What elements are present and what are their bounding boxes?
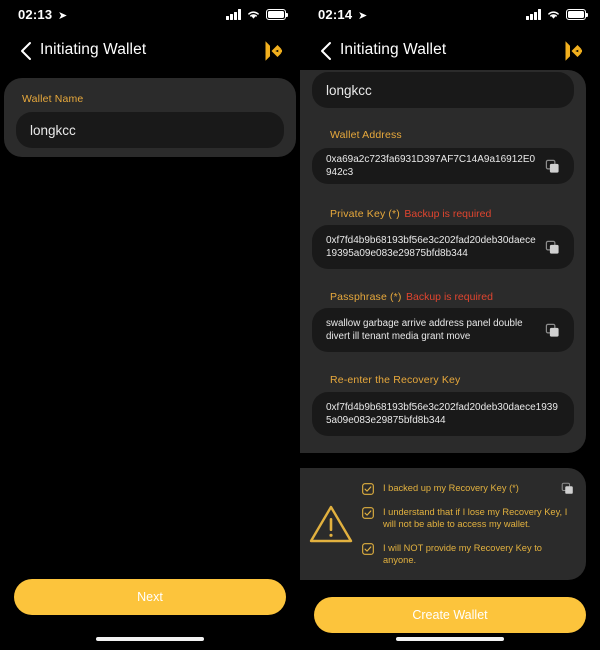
page-title: Initiating Wallet	[40, 41, 147, 58]
signal-bars-icon	[226, 9, 241, 20]
home-indicator	[396, 637, 504, 641]
status-time: 02:13	[18, 7, 53, 22]
private-key-value: 0xf7fd4b9b68193bf56e3c202fad20deb30daece…	[326, 235, 536, 259]
copy-icon[interactable]	[545, 323, 560, 338]
wallet-name-value: longkcc	[30, 122, 76, 138]
confirmation-label: I backed up my Recovery Key (*)	[383, 482, 519, 493]
list-item[interactable]: I will NOT provide my Recovery Key to an…	[362, 542, 574, 567]
recovery-key-label: Re-enter the Recovery Key	[330, 374, 461, 386]
recovery-key-field[interactable]: 0xf7fd4b9b68193bf56e3c202fad20deb30daece…	[312, 392, 574, 436]
confirmation-label: I understand that if I lose my Recovery …	[383, 506, 568, 530]
private-key-field[interactable]: 0xf7fd4b9b68193bf56e3c202fad20deb30daece…	[312, 225, 574, 269]
wallet-address-label-row: Wallet Address	[330, 125, 402, 143]
battery-full-icon	[566, 9, 589, 20]
status-time: 02:14	[318, 7, 353, 22]
status-bar: 02:14 ➤	[300, 0, 600, 30]
wallet-address-field[interactable]: 0xa69a2c723fa6931D397AF7C14A9a16912E0942…	[312, 148, 574, 184]
status-indicators	[226, 9, 289, 20]
checkbox-checked-icon[interactable]	[362, 542, 374, 555]
wallet-name-input[interactable]: longkcc	[312, 72, 574, 108]
wifi-icon	[248, 11, 259, 19]
battery-full-icon	[266, 9, 289, 20]
create-wallet-button[interactable]: Create Wallet	[314, 597, 586, 633]
passphrase-label-row: Passphrase (*) Backup is required	[330, 287, 493, 305]
next-button[interactable]: Next	[14, 579, 286, 615]
status-indicators	[526, 9, 589, 20]
dual-screenshot-stage: 02:13 ➤ Initiating Wallet Wallet Name lo…	[0, 0, 600, 650]
wallet-details-card: longkcc Wallet Address 0xa69a2c723fa6931…	[300, 70, 586, 453]
confirmation-label: I will NOT provide my Recovery Key to an…	[383, 542, 542, 566]
back-button[interactable]	[314, 38, 340, 64]
status-bar: 02:13 ➤	[0, 0, 300, 30]
left-phone-screen: 02:13 ➤ Initiating Wallet Wallet Name lo…	[0, 0, 300, 650]
passphrase-label: Passphrase (*)	[330, 291, 402, 303]
private-key-warning: Backup is required	[404, 208, 492, 220]
passphrase-warning: Backup is required	[406, 291, 493, 303]
kucoin-logo-icon	[265, 41, 283, 61]
checkbox-checked-icon[interactable]	[362, 506, 374, 519]
nav-bar: Initiating Wallet	[0, 32, 300, 70]
confirmation-list: I backed up my Recovery Key (*) I unders…	[362, 482, 586, 567]
location-arrow-icon: ➤	[358, 10, 368, 22]
kucoin-logo-icon	[565, 41, 583, 61]
wallet-name-value: longkcc	[326, 82, 372, 98]
recovery-key-value: 0xf7fd4b9b68193bf56e3c202fad20deb30daece…	[326, 402, 558, 426]
confirmations-card: I backed up my Recovery Key (*) I unders…	[300, 468, 586, 580]
page-title: Initiating Wallet	[340, 41, 447, 58]
copy-icon[interactable]	[545, 240, 560, 255]
recovery-key-label-row: Re-enter the Recovery Key	[330, 370, 460, 388]
back-button[interactable]	[14, 38, 40, 64]
list-item[interactable]: I understand that if I lose my Recovery …	[362, 506, 574, 531]
right-phone-screen: 02:14 ➤ Initiating Wallet longkcc Wallet…	[300, 0, 600, 650]
warning-triangle-icon	[300, 503, 362, 545]
wallet-name-card: Wallet Name longkcc	[4, 78, 296, 157]
nav-bar: Initiating Wallet	[300, 32, 600, 70]
location-arrow-icon: ➤	[58, 10, 68, 22]
wallet-address-label: Wallet Address	[330, 129, 402, 141]
wallet-name-input[interactable]: longkcc	[16, 112, 284, 148]
wallet-name-label: Wallet Name	[22, 93, 84, 105]
checkbox-checked-icon[interactable]	[362, 482, 374, 495]
private-key-label-row: Private Key (*) Backup is required	[330, 204, 491, 222]
list-item[interactable]: I backed up my Recovery Key (*)	[362, 482, 574, 495]
copy-icon[interactable]	[561, 482, 574, 495]
home-indicator	[96, 637, 204, 641]
wallet-address-value: 0xa69a2c723fa6931D397AF7C14A9a16912E0942…	[326, 154, 536, 178]
passphrase-value: swallow garbage arrive address panel dou…	[326, 318, 523, 342]
chevron-left-icon	[21, 42, 31, 60]
wifi-icon	[548, 11, 559, 19]
private-key-label: Private Key (*)	[330, 208, 400, 220]
copy-icon[interactable]	[545, 159, 560, 174]
chevron-left-icon	[321, 42, 331, 60]
signal-bars-icon	[526, 9, 541, 20]
passphrase-field[interactable]: swallow garbage arrive address panel dou…	[312, 308, 574, 352]
